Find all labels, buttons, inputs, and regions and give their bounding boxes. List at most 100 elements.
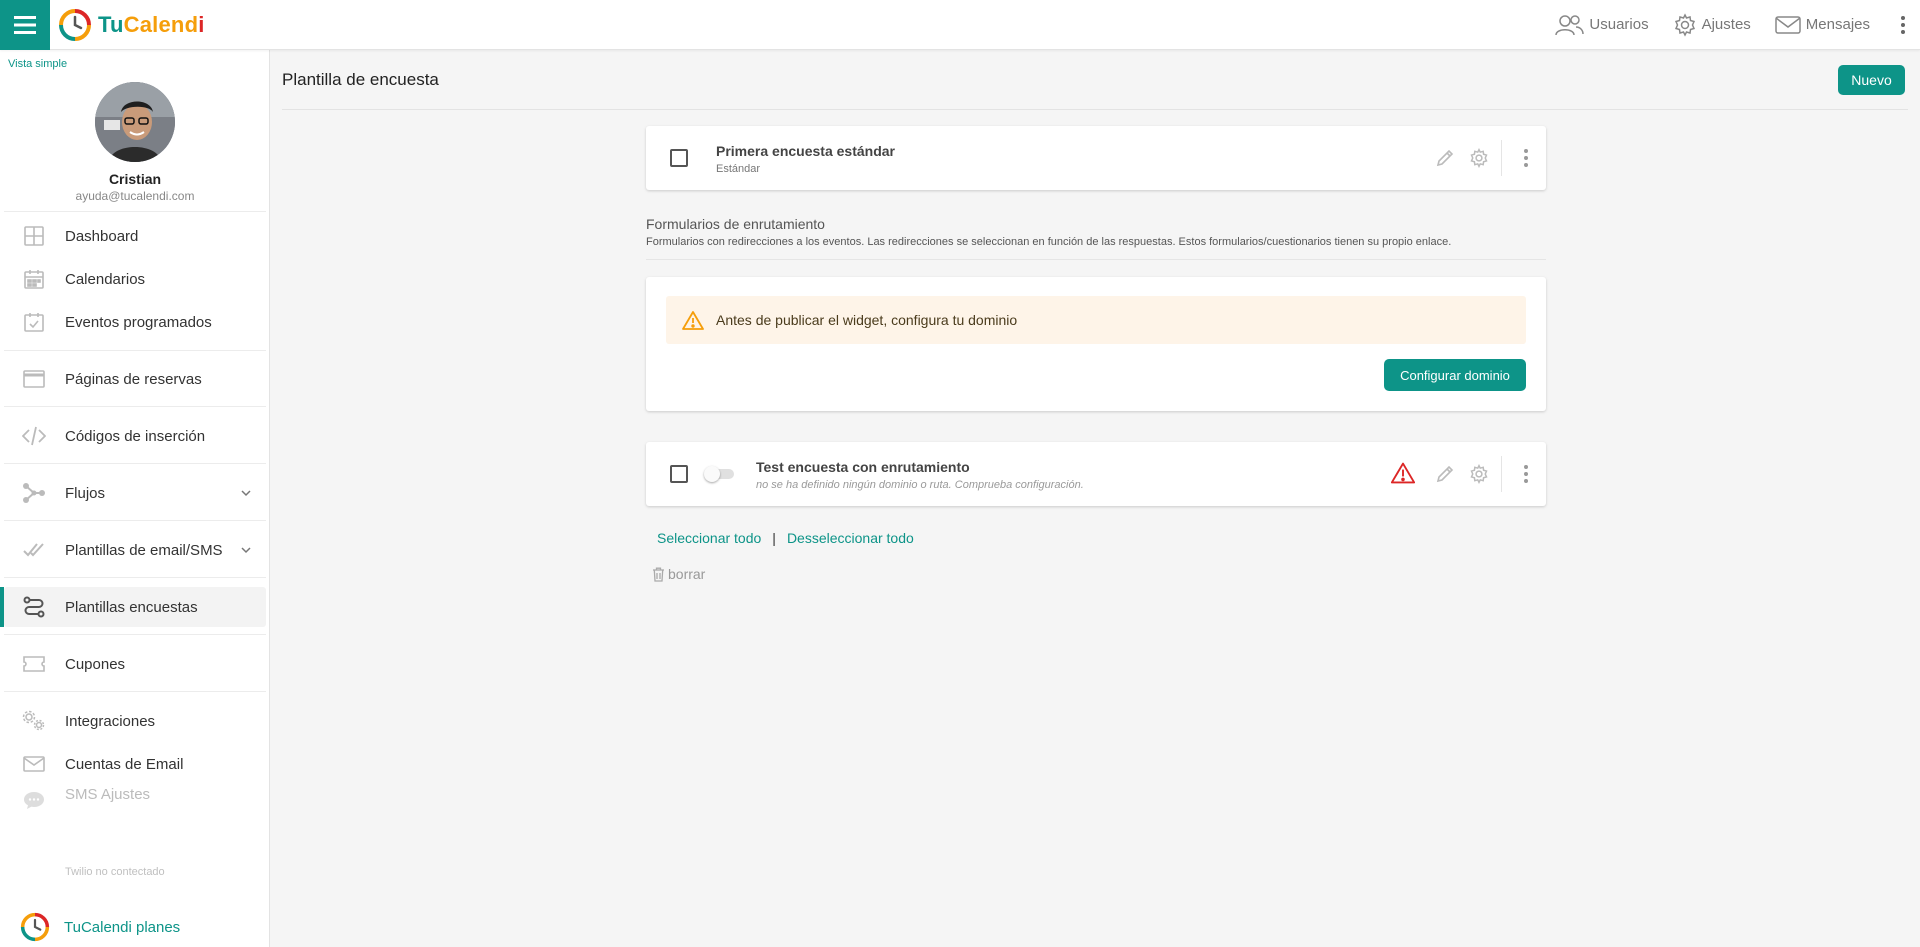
sidebar-item-email-accounts[interactable]: Cuentas de Email bbox=[4, 744, 266, 784]
routing-forms-title: Formularios de enrutamiento bbox=[646, 216, 825, 232]
settings-link[interactable]: Ajustes bbox=[1673, 12, 1751, 37]
dashboard-icon bbox=[22, 224, 46, 248]
row-checkbox[interactable] bbox=[670, 149, 688, 167]
settings-button[interactable] bbox=[1467, 146, 1491, 170]
survey-type: Estándar bbox=[716, 163, 761, 175]
survey-title: Primera encuesta estándar bbox=[716, 143, 895, 159]
gear-icon bbox=[1470, 148, 1488, 168]
link-separator: | bbox=[772, 530, 776, 546]
routing-forms-description: Formularios con redirecciones a los even… bbox=[646, 236, 1452, 248]
coupon-icon bbox=[22, 652, 46, 676]
deselect-all-link[interactable]: Desseleccionar todo bbox=[787, 530, 914, 546]
warning-triangle-icon bbox=[682, 311, 704, 330]
user-name: Cristian bbox=[108, 171, 162, 187]
sms-status: Twilio no contectado bbox=[65, 866, 165, 878]
configure-domain-button[interactable]: Configurar dominio bbox=[1384, 359, 1526, 391]
menu-toggle-button[interactable] bbox=[0, 0, 50, 50]
sidebar-item-email-sms-templates[interactable]: Plantillas de email/SMS bbox=[4, 530, 266, 570]
tucalendi-logo-icon bbox=[20, 912, 50, 942]
survey-status: no se ha definido ningún dominio o ruta.… bbox=[756, 479, 1084, 491]
gear-icon bbox=[1674, 12, 1695, 37]
survey-row-routing: Test encuesta con enrutamiento no se ha … bbox=[646, 442, 1546, 506]
toggle-knob bbox=[704, 466, 720, 482]
selection-links: Seleccionar todo | Desseleccionar todo bbox=[657, 530, 914, 546]
trash-icon bbox=[653, 567, 664, 582]
select-all-link[interactable]: Seleccionar todo bbox=[657, 530, 761, 546]
chevron-down-icon bbox=[241, 490, 251, 497]
sidebar-item-dashboard[interactable]: Dashboard bbox=[4, 216, 266, 256]
divider bbox=[4, 350, 266, 351]
route-icon bbox=[22, 595, 46, 619]
avatar-photo bbox=[95, 82, 175, 162]
settings-button[interactable] bbox=[1467, 462, 1491, 486]
sidebar-item-sms-settings[interactable]: SMS Ajustes bbox=[4, 780, 266, 820]
envelope-icon bbox=[1775, 15, 1801, 34]
users-icon bbox=[1555, 14, 1585, 35]
chat-bubble-icon bbox=[22, 788, 46, 812]
row-checkbox[interactable] bbox=[670, 465, 688, 483]
gear-icon bbox=[1470, 464, 1488, 484]
warning-triangle-icon bbox=[1391, 462, 1415, 484]
divider bbox=[4, 634, 266, 635]
kebab-menu-icon bbox=[1524, 465, 1528, 483]
divider bbox=[282, 109, 1908, 110]
top-bar: TuCalendi Usuarios Ajustes Mensajes bbox=[0, 0, 1920, 50]
configuration-warning-button[interactable] bbox=[1391, 461, 1415, 485]
sidebar-item-calendars[interactable]: Calendarios bbox=[4, 259, 266, 299]
tucalendi-logo-icon bbox=[59, 8, 91, 41]
sidebar-item-booking-pages[interactable]: Páginas de reservas bbox=[4, 359, 266, 399]
divider bbox=[4, 520, 266, 521]
plans-link[interactable]: TuCalendi planes bbox=[20, 912, 180, 942]
hamburger-icon bbox=[14, 15, 36, 34]
chevron-down-icon bbox=[241, 547, 251, 554]
divider bbox=[4, 211, 266, 212]
new-survey-button[interactable]: Nuevo bbox=[1838, 65, 1905, 95]
delete-button[interactable]: borrar bbox=[652, 566, 705, 582]
users-link[interactable]: Usuarios bbox=[1554, 13, 1649, 37]
survey-title: Test encuesta con enrutamiento bbox=[756, 459, 970, 475]
row-menu-button[interactable] bbox=[1514, 146, 1538, 170]
code-icon bbox=[22, 424, 46, 448]
enable-toggle[interactable] bbox=[704, 466, 734, 482]
more-options-button[interactable] bbox=[1900, 15, 1906, 35]
pencil-icon bbox=[1436, 465, 1454, 483]
user-profile: Cristian ayuda@tucalendi.com bbox=[0, 82, 270, 203]
delete-label: borrar bbox=[668, 566, 706, 582]
app-logo[interactable]: TuCalendi bbox=[58, 8, 205, 42]
edit-button[interactable] bbox=[1433, 462, 1457, 486]
envelope-icon bbox=[22, 752, 46, 776]
user-email: ayuda@tucalendi.com bbox=[75, 189, 195, 203]
sidebar-item-survey-templates[interactable]: Plantillas encuestas bbox=[0, 587, 266, 627]
sidebar-item-embed-codes[interactable]: Códigos de inserción bbox=[4, 416, 266, 456]
sidebar-item-integrations[interactable]: Integraciones bbox=[4, 701, 266, 741]
sidebar-item-scheduled-events[interactable]: Eventos programados bbox=[4, 302, 266, 342]
pencil-icon bbox=[1436, 149, 1454, 167]
divider bbox=[4, 406, 266, 407]
survey-row-standard: Primera encuesta estándar Estándar bbox=[646, 126, 1546, 190]
divider bbox=[4, 463, 266, 464]
messages-link[interactable]: Mensajes bbox=[1775, 15, 1870, 35]
kebab-menu-icon bbox=[1901, 15, 1905, 34]
calendar-check-icon bbox=[22, 310, 46, 334]
kebab-menu-icon bbox=[1524, 149, 1528, 167]
sidebar-item-coupons[interactable]: Cupones bbox=[4, 644, 266, 684]
edit-button[interactable] bbox=[1433, 146, 1457, 170]
row-menu-button[interactable] bbox=[1514, 462, 1538, 486]
page-title: Plantilla de encuesta bbox=[282, 70, 439, 89]
domain-warning: Antes de publicar el widget, configura t… bbox=[666, 296, 1526, 344]
warning-text: Antes de publicar el widget, configura t… bbox=[716, 312, 1018, 328]
divider bbox=[646, 259, 1546, 260]
divider bbox=[4, 691, 266, 692]
divider bbox=[1501, 140, 1502, 176]
sidebar-item-flows[interactable]: Flujos bbox=[4, 473, 266, 513]
gears-icon bbox=[22, 709, 46, 733]
avatar[interactable] bbox=[95, 82, 175, 162]
double-check-icon bbox=[22, 538, 46, 562]
browser-window-icon bbox=[22, 367, 46, 391]
main-content: Plantilla de encuesta Nuevo Primera encu… bbox=[271, 50, 1920, 947]
sidebar: Vista simple Cristian ayuda@tucalendi.co… bbox=[0, 50, 270, 947]
workflow-icon bbox=[22, 481, 46, 505]
divider bbox=[4, 577, 266, 578]
simple-view-link[interactable]: Vista simple bbox=[8, 58, 67, 70]
app-name: TuCalendi bbox=[98, 11, 205, 37]
